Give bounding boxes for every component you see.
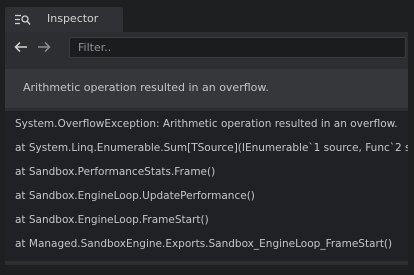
stack-trace-line[interactable]: at Sandbox.PerformanceStats.Frame() — [15, 166, 215, 178]
forward-button[interactable] — [34, 38, 54, 56]
stack-trace-line[interactable]: at Sandbox.EngineLoop.UpdatePerformance(… — [15, 190, 255, 202]
arrow-left-icon — [14, 41, 27, 53]
tab-inspector[interactable]: Inspector — [5, 7, 123, 32]
filter-input[interactable] — [69, 37, 406, 58]
stack-trace-line[interactable]: at System.Linq.Enumerable.Sum[TSource](I… — [15, 142, 408, 154]
toolbar — [5, 32, 408, 63]
stack-trace-line[interactable]: System.OverflowException: Arithmetic ope… — [15, 118, 398, 130]
error-summary-text: Arithmetic operation resulted in an over… — [23, 81, 269, 94]
stack-trace-line[interactable]: at Managed.SandboxEngine.Exports.Sandbox… — [15, 238, 392, 250]
stack-trace-line[interactable]: at Sandbox.EngineLoop.FrameStart() — [15, 214, 209, 226]
tab-bar: Inspector — [0, 0, 414, 32]
inspector-icon — [15, 14, 31, 26]
back-button[interactable] — [11, 38, 31, 56]
inspector-panel: Arithmetic operation resulted in an over… — [5, 32, 408, 265]
error-summary: Arithmetic operation resulted in an over… — [5, 69, 408, 108]
arrow-right-icon — [38, 41, 51, 53]
tab-label: Inspector — [47, 12, 99, 25]
stack-trace: System.OverflowException: Arithmetic ope… — [5, 111, 408, 261]
